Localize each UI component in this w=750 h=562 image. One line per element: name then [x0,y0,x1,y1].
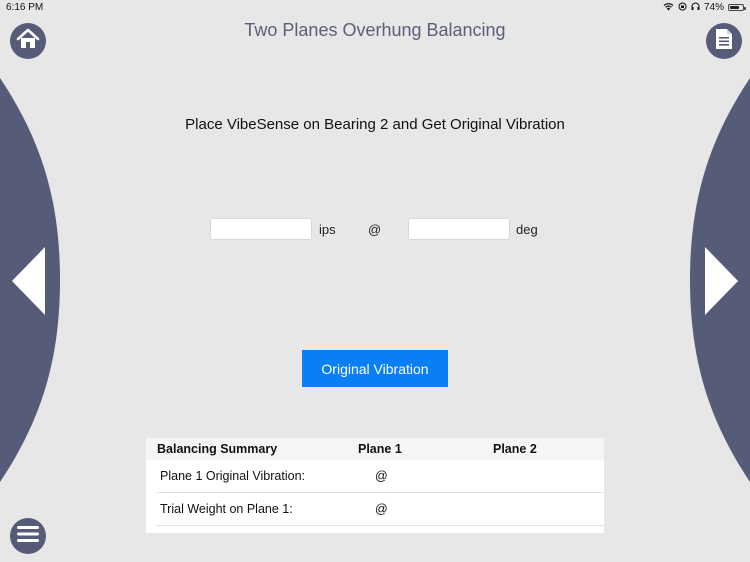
row-plane1-value: @ [375,502,388,516]
home-icon [16,28,40,55]
chevron-right-icon [703,246,739,321]
row-label: Plane 1 Original Vibration: [160,469,305,483]
phase-input[interactable] [408,218,510,240]
home-button[interactable] [10,23,46,59]
previous-step-button[interactable] [0,78,62,482]
instruction-text: Place VibeSense on Bearing 2 and Get Ori… [185,116,565,133]
menu-button[interactable] [10,518,46,554]
phase-unit-label: deg [516,222,538,237]
amplitude-unit-label: ips [319,222,336,237]
battery-fill [730,6,739,9]
chevron-left-icon [11,246,47,321]
at-symbol: @ [368,222,382,237]
page-title: Two Planes Overhung Balancing [244,20,506,40]
app-screen: 6:16 PM 74% Two Planes Overhung Balancin… [0,0,750,562]
battery-percent: 74% [703,2,724,13]
headphones-icon [691,2,700,13]
original-vibration-button[interactable]: Original Vibration [302,350,448,387]
summary-header-title: Balancing Summary [157,442,278,456]
row-plane1-value: @ [375,469,388,483]
amplitude-input[interactable] [210,218,312,240]
table-row: Trial Weight on Plane 1: @ [156,493,604,526]
table-row: Plane 1 Original Vibration: @ [156,460,604,493]
hamburger-menu-icon [17,525,39,548]
row-label: Trial Weight on Plane 1: [160,502,293,516]
status-time: 6:16 PM [6,2,44,13]
report-button[interactable] [706,23,742,59]
summary-header-plane1: Plane 1 [358,442,402,456]
battery-icon [728,4,746,11]
status-bar: 6:16 PM 74% [0,0,750,14]
orientation-lock-icon [678,2,687,13]
summary-header-plane2: Plane 2 [493,442,537,456]
wifi-icon [663,2,674,13]
next-step-button[interactable] [688,78,750,482]
document-icon [715,28,733,55]
status-indicators: 74% [663,2,746,13]
balancing-summary-table: Balancing Summary Plane 1 Plane 2 Plane … [146,438,604,533]
summary-header-row: Balancing Summary Plane 1 Plane 2 [146,438,604,460]
